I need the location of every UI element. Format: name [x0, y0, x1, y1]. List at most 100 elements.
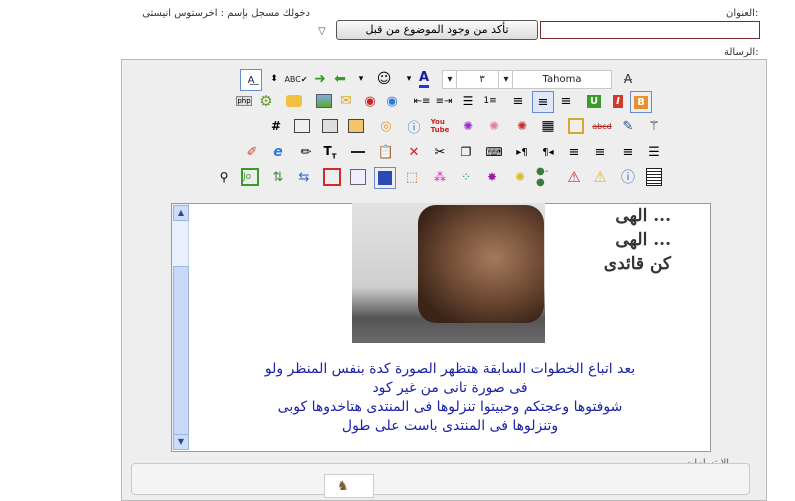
- font-color-icon[interactable]: A: [414, 69, 434, 89]
- image-caption-2: الهى ...: [615, 230, 671, 250]
- editor-text-line-1: بعد اتباع الخطوات السابقة هتظهر الصورة ك…: [264, 361, 636, 377]
- php-icon[interactable]: php: [234, 91, 254, 111]
- upload-icon[interactable]: ⬚: [402, 167, 422, 187]
- copy-icon[interactable]: ❐: [456, 142, 476, 162]
- image-caption-3: كن قائدى: [603, 254, 671, 274]
- align-right-icon[interactable]: ≡: [556, 91, 576, 111]
- quote-icon[interactable]: [284, 91, 304, 111]
- table-icon[interactable]: ▦: [538, 116, 558, 136]
- search-icon[interactable]: ⚲: [214, 167, 234, 187]
- image-caption-1: الهى ...: [615, 206, 671, 226]
- underline-icon[interactable]: U: [584, 91, 604, 111]
- notepad-icon[interactable]: [644, 167, 664, 187]
- rtl-arrow-icon[interactable]: ⬅: [330, 69, 350, 89]
- editor-scrollbar[interactable]: ▲ ▼: [172, 204, 189, 450]
- unlink-icon[interactable]: ◉: [360, 91, 380, 111]
- gallery-icon[interactable]: [346, 116, 366, 136]
- dots-grid-icon[interactable]: ⁘: [456, 167, 476, 187]
- image-icon[interactable]: [314, 91, 334, 111]
- check-topic-button[interactable]: تأكد من وجود الموضوع من قبل: [336, 20, 538, 40]
- ltr-arrow-icon[interactable]: ➜: [310, 69, 330, 89]
- align-center-icon[interactable]: ≡: [532, 91, 554, 113]
- stamp-icon[interactable]: [374, 167, 396, 189]
- media-icon[interactable]: ◎: [376, 116, 396, 136]
- paste-icon[interactable]: 📋: [376, 142, 396, 162]
- justify-left-icon[interactable]: ≡: [564, 142, 584, 162]
- sparkle-pink-icon[interactable]: ✺: [484, 116, 504, 136]
- info-circle-icon[interactable]: ⓘ: [404, 116, 424, 136]
- align-left-icon[interactable]: ≡: [508, 91, 528, 111]
- error-triangle-icon[interactable]: ⚠: [564, 167, 584, 187]
- italic-icon[interactable]: I: [608, 91, 628, 111]
- star-burst-icon[interactable]: ✸: [482, 167, 502, 187]
- confetti-icon[interactable]: ⁂: [430, 167, 450, 187]
- editor-text-line-2: فى صورة تانى من غير كود: [372, 380, 528, 396]
- message-label: الرسالة:: [724, 47, 759, 58]
- editor-text-line-4: وتنزلوها فى المنتدى باست على طول: [341, 418, 559, 434]
- cut-x-icon[interactable]: ✕: [404, 142, 424, 162]
- browser-icon[interactable]: e: [268, 142, 288, 162]
- swap-icon[interactable]: ⇆: [294, 167, 314, 187]
- info-icon[interactable]: ⓘ: [618, 167, 638, 187]
- nodes-icon[interactable]: ●-●: [536, 166, 556, 188]
- red-frame-icon[interactable]: [322, 167, 342, 187]
- number-list-icon[interactable]: 1≡: [480, 91, 500, 111]
- smiley-dropdown-icon[interactable]: ▾: [354, 69, 368, 89]
- ltr-direction-icon[interactable]: ▸¶: [512, 142, 532, 162]
- hash-icon[interactable]: #: [266, 116, 286, 136]
- image-face: [418, 205, 544, 323]
- sparkle-red-icon[interactable]: ✺: [512, 116, 532, 136]
- outdent-icon[interactable]: ≡⇥: [434, 91, 454, 111]
- text-size-icon[interactable]: TT: [320, 142, 340, 162]
- scroll-down-icon[interactable]: ▼: [173, 434, 189, 450]
- scissors-icon[interactable]: ✂: [430, 142, 450, 162]
- up-down-arrows-icon[interactable]: ⇅: [268, 167, 288, 187]
- strikethrough-icon[interactable]: abcd: [592, 116, 612, 136]
- smilies-box: ♞: [131, 463, 750, 498]
- justify-full-icon[interactable]: ☰: [644, 142, 664, 162]
- justify-right-icon[interactable]: ≡: [618, 142, 638, 162]
- highlight-icon[interactable]: ✏: [296, 142, 316, 162]
- toolbar-row-3: # ◎ ⓘ You Tube ✺ ✺ ✺ ▦ abcd ✎ ⚚: [122, 116, 766, 138]
- sun-icon[interactable]: ✺: [510, 167, 530, 187]
- rtl-direction-icon[interactable]: ¶◂: [538, 142, 558, 162]
- eraser-icon[interactable]: ✐: [242, 142, 262, 162]
- html-icon[interactable]: [292, 116, 312, 136]
- justify-center-icon[interactable]: ≡: [590, 142, 610, 162]
- frame-icon[interactable]: [348, 167, 368, 187]
- editor-text-line-3: شوفتوها وعجتكم وحبيتوا تنزلوها فى المنتد…: [277, 399, 623, 415]
- youtube-icon[interactable]: You Tube: [430, 116, 450, 136]
- toolbar-row-1: A͟ ⬍ ABC✔ ➜ ⬅ ▾ ☺ ▾ A ▾ ۳ ▾ Tahoma A: [122, 69, 766, 91]
- link-icon[interactable]: ◉: [382, 91, 402, 111]
- magic-wand-icon[interactable]: ⚚: [644, 116, 664, 136]
- scroll-up-icon[interactable]: ▲: [173, 205, 189, 221]
- bold-icon[interactable]: B: [630, 91, 652, 113]
- resize-icon[interactable]: ⬍: [264, 69, 284, 89]
- warning-icon[interactable]: ⚠: [590, 167, 610, 187]
- font-style-icon[interactable]: A͟: [240, 69, 262, 91]
- box-icon[interactable]: [566, 116, 586, 136]
- table-insert-icon[interactable]: [320, 116, 340, 136]
- toolbar-row-2: php ⚙ ✉ ◉ ◉ ⇤≡ ≡⇥ ☰ 1≡ ≡ ≡ ≡ U I B: [122, 91, 766, 113]
- remove-format-icon[interactable]: A: [618, 69, 638, 89]
- smiley-thumbnail-icon[interactable]: ♞: [324, 474, 374, 498]
- green-box-icon[interactable]: Jo: [240, 167, 260, 187]
- title-input[interactable]: [540, 21, 760, 39]
- spellcheck-icon[interactable]: ABC✔: [284, 69, 307, 89]
- scroll-icon[interactable]: ✎: [618, 116, 638, 136]
- gear-icon[interactable]: ⚙: [256, 91, 276, 111]
- chevron-down-icon[interactable]: ▽: [318, 26, 326, 37]
- font-name-select[interactable]: Tahoma: [512, 70, 612, 89]
- toolbar-row-4: ✐ e ✏ TT 📋 ✕ ✂ ❐ ⌨ ▸¶ ¶◂ ≡ ≡ ≡ ☰: [122, 142, 766, 164]
- keyboard-icon[interactable]: ⌨: [484, 142, 504, 162]
- logged-in-text: دخولك مسجل بإسم : اخرستوس انيستى: [142, 8, 310, 19]
- scroll-thumb[interactable]: [173, 266, 189, 436]
- title-label: العنوان:: [726, 8, 759, 19]
- bullet-list-icon[interactable]: ☰: [458, 91, 478, 111]
- indent-icon[interactable]: ⇤≡: [412, 91, 432, 111]
- toolbar-row-5: ⚲ Jo ⇅ ⇆ ⬚ ⁂ ⁘ ✸ ✺ ●-● ⚠ ⚠ ⓘ: [122, 166, 766, 189]
- smiley-icon[interactable]: ☺: [374, 69, 394, 89]
- sparkle-purple-icon[interactable]: ✺: [458, 116, 478, 136]
- email-icon[interactable]: ✉: [336, 91, 356, 111]
- horizontal-rule-icon[interactable]: [348, 142, 368, 162]
